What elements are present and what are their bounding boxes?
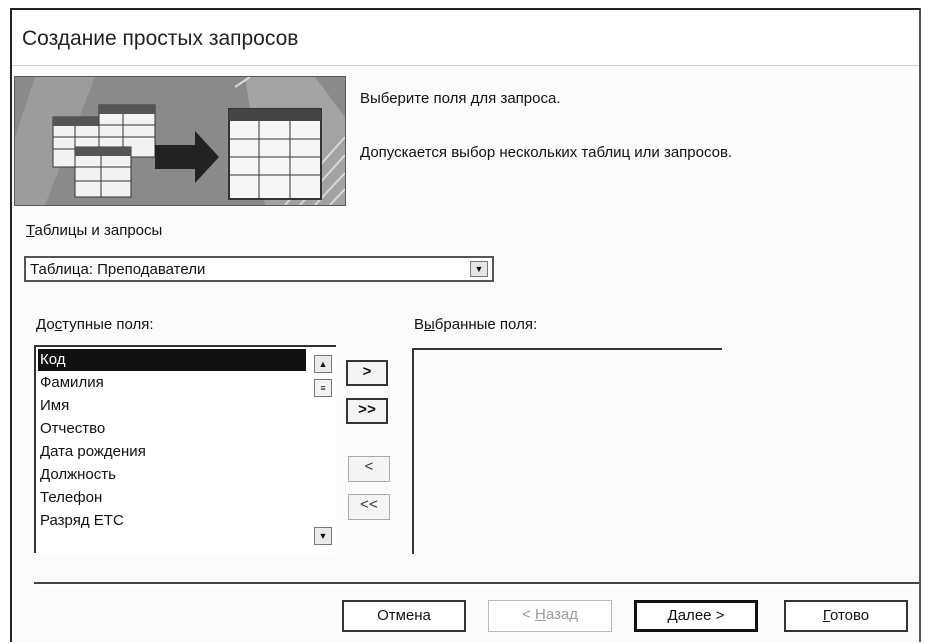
selected-fields-list[interactable] [412,348,722,554]
wizard-dialog: Создание простых запросов Выберите поля … [10,8,921,642]
list-item[interactable]: Отчество [38,418,105,440]
description-line-1: Выберите поля для запроса. [360,90,561,107]
add-field-button[interactable]: > [346,360,388,386]
back-button[interactable]: < Назад [488,600,612,632]
chevron-down-icon[interactable]: ▼ [470,261,488,277]
table-merge-illustration-icon [15,76,346,206]
scroll-down-icon[interactable]: ▼ [314,527,332,545]
selected-fields-label: Выбранные поля: [414,316,538,333]
remove-all-fields-button[interactable]: << [348,494,390,520]
window-title: Создание простых запросов [22,27,299,50]
available-fields-label: Доступные поля: [36,316,154,333]
scroll-thumb-icon[interactable]: ≡ [314,379,332,397]
add-all-fields-button[interactable]: >> [346,398,388,424]
tables-queries-value: Таблица: Преподаватели [30,261,206,278]
tables-queries-combobox[interactable]: Таблица: Преподаватели ▼ [24,256,494,282]
next-button[interactable]: Далее > [634,600,758,632]
list-item[interactable]: Код [38,349,306,371]
cancel-button[interactable]: Отмена [342,600,466,632]
wizard-illustration [14,76,346,206]
list-item[interactable]: Имя [38,395,69,417]
list-item[interactable]: Фамилия [38,372,104,394]
list-item[interactable]: Должность [38,464,116,486]
scroll-up-icon[interactable]: ▲ [314,355,332,373]
remove-field-button[interactable]: < [348,456,390,482]
description-line-2: Допускается выбор нескольких таблиц или … [360,144,733,161]
list-item[interactable]: Дата рождения [38,441,146,463]
list-item[interactable]: Разряд ЕТС [38,510,124,532]
available-fields-list[interactable]: Код Фамилия Имя Отчество Дата рождения Д… [34,345,336,553]
list-item[interactable]: Телефон [38,487,102,509]
title-bar: Создание простых запросов [12,10,919,66]
finish-button[interactable]: Готово [784,600,908,632]
button-divider [34,582,919,585]
tables-queries-label: Таблицы и запросы [26,222,163,239]
